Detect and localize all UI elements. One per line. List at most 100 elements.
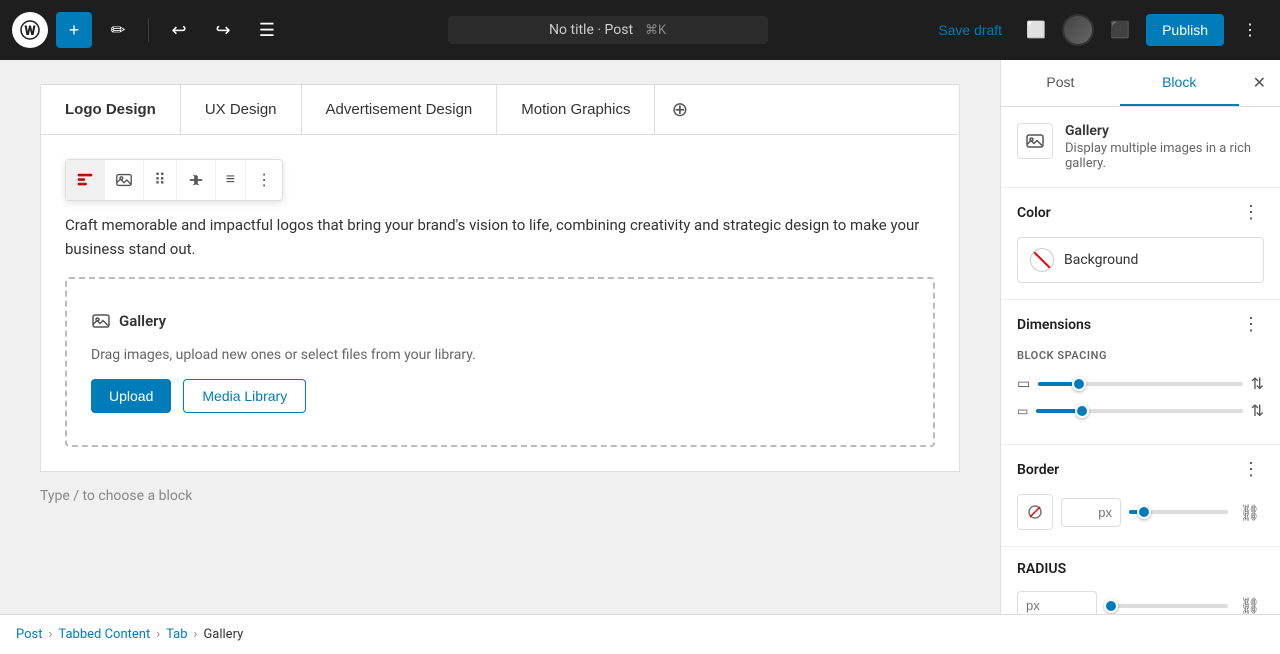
gallery-block-title-row: Gallery (91, 311, 166, 331)
sidebar-color-header[interactable]: Color ⋮ (1001, 188, 1280, 237)
toolbar: W + ✏ ↩ ↪ ☰ No title · Post ⌘K Save draf… (0, 0, 1280, 60)
breadcrumb-sep-3: › (194, 627, 198, 642)
inline-toolbar-arrows-icon[interactable] (177, 160, 216, 200)
inline-toolbar-tabs-icon[interactable] (66, 160, 105, 200)
block-placeholder[interactable]: Type / to choose a block (40, 472, 960, 520)
sidebar: Post Block ✕ Gallery Display multiple im… (1000, 60, 1280, 614)
list-view-button[interactable]: ☰ (249, 12, 285, 48)
breadcrumb-current: Gallery (203, 627, 243, 642)
sidebar-slider2-icon: ▭ (1017, 404, 1028, 418)
sidebar-border-slider-track[interactable] (1129, 510, 1228, 514)
sidebar-color-title: Color (1017, 205, 1051, 221)
tab-add-button[interactable]: ⊕ (655, 85, 704, 134)
inline-toolbar-image-icon[interactable] (105, 160, 144, 200)
sidebar-slider2-track[interactable] (1036, 409, 1242, 413)
toolbar-right: Save draft ⬜ ⬛ Publish ⋮ (930, 12, 1268, 48)
avatar-image (1064, 16, 1092, 44)
sidebar-border-row: ⛓ (1017, 494, 1264, 530)
inline-toolbar-more-icon[interactable]: ⋮ (246, 160, 282, 200)
publish-button[interactable]: Publish (1146, 14, 1224, 46)
sidebar-gallery-icon (1017, 123, 1053, 159)
avatar[interactable] (1062, 14, 1094, 46)
border-px-input[interactable] (1061, 498, 1121, 527)
breadcrumb-tab[interactable]: Tab (166, 627, 187, 642)
sidebar-radius-header: RADIUS (1001, 547, 1280, 591)
inline-toolbar-grid-icon[interactable]: ⠿ (144, 160, 177, 200)
content-paragraph: Craft memorable and impactful logos that… (65, 213, 935, 261)
sidebar-radius-section: RADIUS ⛓ (1001, 547, 1280, 614)
sidebar-tab-block[interactable]: Block (1120, 60, 1239, 106)
sidebar-content: Gallery Display multiple images in a ric… (1001, 107, 1280, 614)
edit-tool-button[interactable]: ✏ (100, 12, 136, 48)
sidebar-dimensions-more[interactable]: ⋮ (1238, 314, 1264, 335)
breadcrumb-tabbed-content[interactable]: Tabbed Content (58, 627, 150, 642)
sidebar-slider1-track[interactable] (1038, 382, 1242, 386)
sidebar-slider1-adjust[interactable]: ⇅ (1251, 374, 1264, 393)
sidebar-close-button[interactable]: ✕ (1239, 60, 1280, 106)
toolbar-center: No title · Post ⌘K (293, 16, 922, 44)
toolbar-separator (148, 18, 149, 42)
sidebar-border-content: ⛓ (1001, 494, 1280, 546)
inline-toolbar-align-icon[interactable]: ≡ (216, 160, 246, 200)
sidebar-border-icon-button[interactable] (1017, 494, 1053, 530)
undo-button[interactable]: ↩ (161, 12, 197, 48)
sidebar-tab-post[interactable]: Post (1001, 60, 1120, 106)
more-options-button[interactable]: ⋮ (1232, 12, 1268, 48)
sidebar-radius-slider-thumb[interactable] (1104, 599, 1118, 613)
sidebar-color-section: Color ⋮ Background (1001, 188, 1280, 300)
wp-logo[interactable]: W (12, 12, 48, 48)
sidebar-border-section: Border ⋮ (1001, 445, 1280, 547)
sidebar-radius-row: ⛓ (1017, 591, 1264, 614)
redo-button[interactable]: ↪ (205, 12, 241, 48)
view-toggle-button[interactable]: ⬜ (1018, 12, 1054, 48)
sidebar-gallery-desc: Display multiple images in a rich galler… (1065, 141, 1264, 171)
sidebar-background-color-item[interactable]: Background (1017, 237, 1264, 283)
sidebar-slider1-thumb[interactable] (1072, 377, 1086, 391)
editor-area: Logo Design UX Design Advertisement Desi… (0, 60, 1000, 614)
sidebar-dimensions-title: Dimensions (1017, 317, 1091, 333)
breadcrumb-sep-2: › (156, 627, 160, 642)
settings-toggle-button[interactable]: ⬛ (1102, 12, 1138, 48)
gallery-actions: Upload Media Library (91, 379, 306, 413)
add-block-button[interactable]: + (56, 12, 92, 48)
radius-input[interactable] (1017, 591, 1097, 614)
breadcrumb: Post › Tabbed Content › Tab › Gallery (0, 614, 1280, 654)
post-title: No title · Post (549, 22, 633, 38)
tab-motion-graphics[interactable]: Motion Graphics (497, 85, 655, 134)
sidebar-dimensions-section: Dimensions ⋮ BLOCK SPACING ▭ ⇅ (1001, 300, 1280, 445)
sidebar-gallery-info: Gallery Display multiple images in a ric… (1001, 107, 1280, 188)
sidebar-color-more[interactable]: ⋮ (1238, 202, 1264, 223)
gallery-block-description: Drag images, upload new ones or select f… (91, 347, 476, 363)
upload-button[interactable]: Upload (91, 379, 171, 413)
sidebar-radius-link-button[interactable]: ⛓ (1236, 592, 1264, 615)
gallery-block: Gallery Drag images, upload new ones or … (65, 277, 935, 447)
sidebar-tabs: Post Block ✕ (1001, 60, 1280, 107)
sidebar-slider2-thumb[interactable] (1075, 404, 1089, 418)
tab-advertisement-design[interactable]: Advertisement Design (302, 85, 498, 134)
tab-logo-design[interactable]: Logo Design (41, 85, 181, 134)
sidebar-radius-slider-track[interactable] (1105, 604, 1228, 608)
post-title-bar[interactable]: No title · Post ⌘K (448, 16, 768, 44)
sidebar-slider2-adjust[interactable]: ⇅ (1251, 401, 1264, 420)
svg-text:W: W (24, 24, 36, 39)
save-draft-button[interactable]: Save draft (930, 16, 1010, 44)
sidebar-border-link-button[interactable]: ⛓ (1236, 498, 1264, 526)
sidebar-border-slider-thumb[interactable] (1137, 505, 1151, 519)
sidebar-border-more[interactable]: ⋮ (1238, 459, 1264, 480)
breadcrumb-post[interactable]: Post (16, 627, 43, 642)
tab-ux-design[interactable]: UX Design (181, 85, 302, 134)
sidebar-gallery-info-text: Gallery Display multiple images in a ric… (1065, 123, 1264, 171)
sidebar-border-header[interactable]: Border ⋮ (1001, 445, 1280, 494)
sidebar-gallery-name: Gallery (1065, 123, 1264, 139)
sidebar-block-spacing-label: BLOCK SPACING (1017, 349, 1264, 362)
sidebar-dimensions-header[interactable]: Dimensions ⋮ (1001, 300, 1280, 349)
gallery-block-title-text: Gallery (119, 312, 166, 330)
media-library-button[interactable]: Media Library (183, 379, 306, 413)
content-block: ⠿ ≡ ⋮ Craft memorable and impactful logo… (40, 135, 960, 472)
sidebar-slider-row-1: ▭ ⇅ (1017, 374, 1264, 393)
sidebar-slider1-icon: ▭ (1017, 376, 1030, 392)
sidebar-slider-row-2: ▭ ⇅ (1017, 401, 1264, 420)
sidebar-radius-content: ⛓ (1001, 591, 1280, 614)
sidebar-background-color-circle (1030, 248, 1054, 272)
post-title-shortcut: ⌘K (645, 23, 666, 38)
